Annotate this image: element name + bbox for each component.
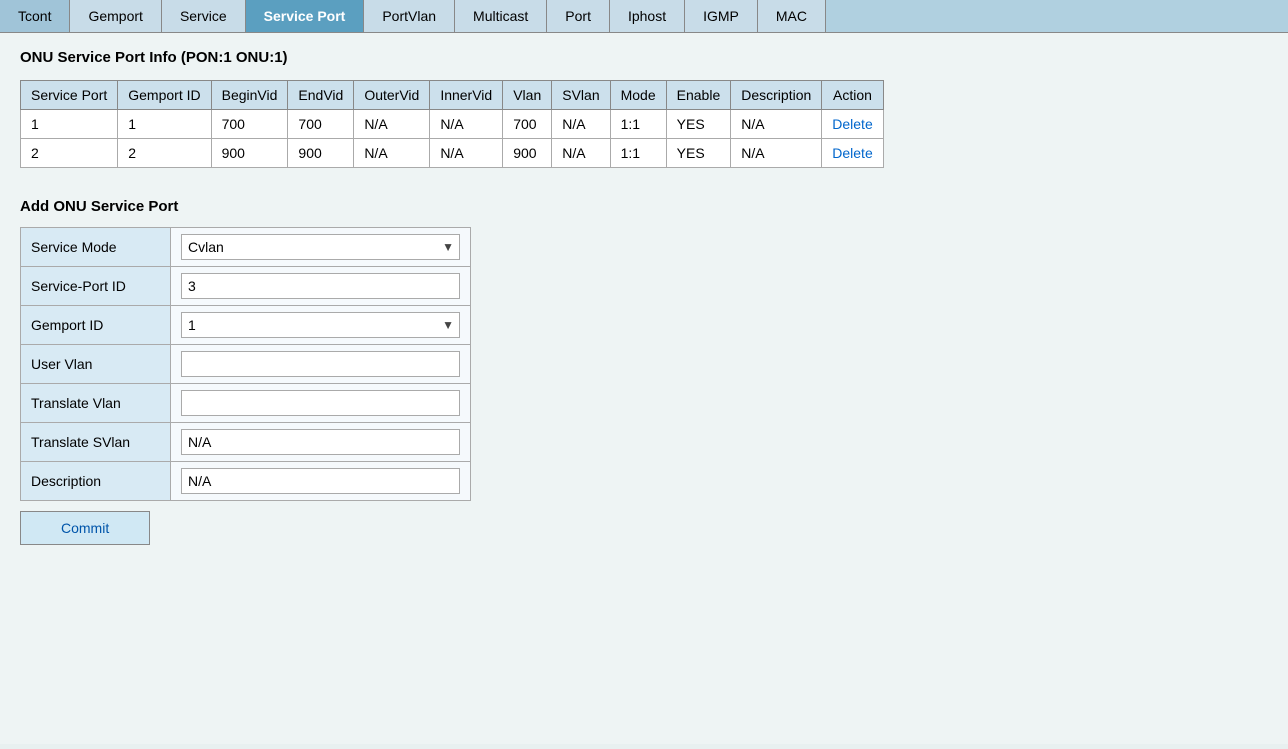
gemport-id-select[interactable]: 1 2 3 4 — [181, 312, 460, 338]
translate-svlan-label: Translate SVlan — [21, 423, 171, 462]
col-header-mode: Mode — [610, 81, 666, 110]
form-row-translate-vlan: Translate Vlan — [21, 384, 471, 423]
add-form-table: Service Mode Cvlan Svlan Transparent ▼ S… — [20, 227, 471, 501]
service-mode-select[interactable]: Cvlan Svlan Transparent — [181, 234, 460, 260]
tab-igmp[interactable]: IGMP — [685, 0, 758, 32]
delete-link[interactable]: Delete — [832, 116, 872, 132]
form-row-translate-svlan: Translate SVlan — [21, 423, 471, 462]
add-section-title: Add ONU Service Port — [20, 198, 1268, 215]
tab-gemport[interactable]: Gemport — [70, 0, 161, 32]
col-header-action: Action — [822, 81, 883, 110]
col-header-outer-vid: OuterVid — [354, 81, 430, 110]
main-content: ONU Service Port Info (PON:1 ONU:1) Serv… — [0, 33, 1288, 744]
col-header-inner-vid: InnerVid — [430, 81, 503, 110]
translate-vlan-label: Translate Vlan — [21, 384, 171, 423]
tab-port[interactable]: Port — [547, 0, 610, 32]
tab-multicast[interactable]: Multicast — [455, 0, 547, 32]
col-header-enable: Enable — [666, 81, 731, 110]
col-header-svlan: SVlan — [552, 81, 610, 110]
form-row-description: Description — [21, 462, 471, 501]
form-row-user-vlan: User Vlan — [21, 345, 471, 384]
tab-service-port[interactable]: Service Port — [246, 0, 365, 32]
service-port-table: Service Port Gemport ID BeginVid EndVid … — [20, 80, 884, 168]
form-row-gemport-id: Gemport ID 1 2 3 4 ▼ — [21, 306, 471, 345]
table-row: 22900900N/AN/A900N/A1:1YESN/ADelete — [21, 139, 884, 168]
col-header-service-port: Service Port — [21, 81, 118, 110]
description-label: Description — [21, 462, 171, 501]
service-port-id-input[interactable] — [181, 273, 460, 299]
user-vlan-input[interactable] — [181, 351, 460, 377]
description-input[interactable] — [181, 468, 460, 494]
user-vlan-label: User Vlan — [21, 345, 171, 384]
service-mode-select-wrapper: Cvlan Svlan Transparent ▼ — [181, 234, 460, 260]
tab-tcont[interactable]: Tcont — [0, 0, 70, 32]
info-section-title: ONU Service Port Info (PON:1 ONU:1) — [20, 49, 1268, 66]
table-row: 11700700N/AN/A700N/A1:1YESN/ADelete — [21, 110, 884, 139]
translate-svlan-input[interactable] — [181, 429, 460, 455]
delete-link[interactable]: Delete — [832, 145, 872, 161]
tab-iphost[interactable]: Iphost — [610, 0, 685, 32]
tab-bar: Tcont Gemport Service Service Port PortV… — [0, 0, 1288, 33]
col-header-end-vid: EndVid — [288, 81, 354, 110]
commit-button[interactable]: Commit — [20, 511, 150, 545]
col-header-gemport-id: Gemport ID — [118, 81, 211, 110]
col-header-description: Description — [731, 81, 822, 110]
col-header-begin-vid: BeginVid — [211, 81, 288, 110]
col-header-vlan: Vlan — [503, 81, 552, 110]
form-row-service-port-id: Service-Port ID — [21, 267, 471, 306]
tab-portvlan[interactable]: PortVlan — [364, 0, 455, 32]
service-port-id-label: Service-Port ID — [21, 267, 171, 306]
form-row-service-mode: Service Mode Cvlan Svlan Transparent ▼ — [21, 228, 471, 267]
gemport-id-label: Gemport ID — [21, 306, 171, 345]
tab-mac[interactable]: MAC — [758, 0, 826, 32]
service-mode-label: Service Mode — [21, 228, 171, 267]
translate-vlan-input[interactable] — [181, 390, 460, 416]
gemport-id-select-wrapper: 1 2 3 4 ▼ — [181, 312, 460, 338]
tab-service[interactable]: Service — [162, 0, 246, 32]
